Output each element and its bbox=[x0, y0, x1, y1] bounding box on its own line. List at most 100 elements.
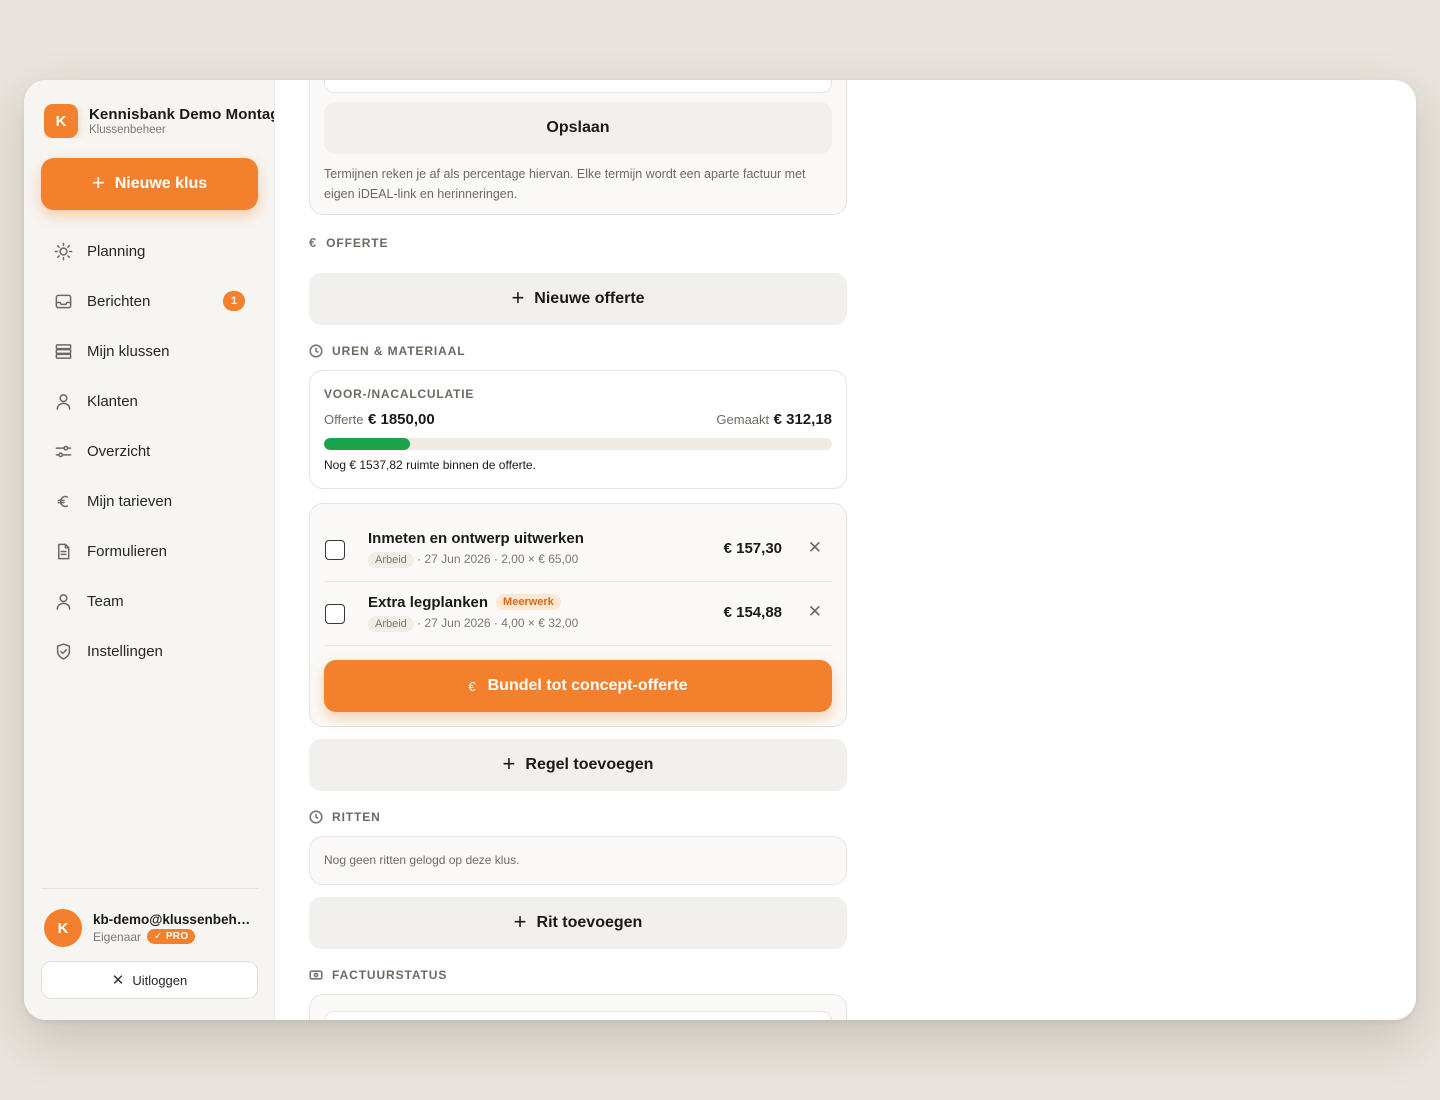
invoice-section-title: FACTUURSTATUS bbox=[309, 968, 447, 982]
trips-empty-text: Nog geen ritten gelogd op deze klus. bbox=[324, 853, 520, 867]
lines-card: Inmeten en ontwerp uitwerken Arbeid · 27… bbox=[309, 503, 847, 727]
quote-amount-label: Offerte bbox=[324, 412, 364, 427]
sidebar-item-label: Formulieren bbox=[87, 542, 168, 560]
unread-badge: 1 bbox=[223, 291, 245, 311]
line-meta-row: Arbeid · 27 Jun 2026 · 2,00 × € 65,00 bbox=[368, 552, 578, 568]
new-job-label: Nieuwe klus bbox=[114, 175, 208, 192]
app-window: K Kennisbank Demo Montage Klussenbeheer … bbox=[24, 80, 1416, 1020]
line-checkbox[interactable] bbox=[325, 540, 345, 560]
brand[interactable]: K Kennisbank Demo Montage Klussenbeheer bbox=[44, 104, 274, 138]
sidebar-item-mijn-klussen[interactable]: Mijn klussen bbox=[41, 326, 258, 376]
sliders-icon bbox=[53, 441, 73, 461]
budget-progress-fill bbox=[324, 438, 410, 450]
sidebar-item-label: Planning bbox=[87, 242, 146, 260]
sidebar-item-formulieren[interactable]: Formulieren bbox=[41, 526, 258, 576]
remove-line-icon[interactable]: ✕ bbox=[808, 602, 822, 622]
terms-card: Opslaan Termijnen reken je af als percen… bbox=[309, 80, 847, 215]
inbox-icon bbox=[53, 291, 73, 311]
brand-subtitle: Klussenbeheer bbox=[89, 124, 166, 136]
close-icon: ✕ bbox=[111, 972, 125, 989]
new-quote-label: Nieuwe offerte bbox=[534, 290, 645, 307]
clock-icon bbox=[309, 810, 323, 824]
add-line-label: Regel toevoegen bbox=[525, 756, 654, 773]
euro-icon bbox=[53, 491, 73, 511]
clock-icon bbox=[309, 344, 323, 358]
quote-amount: Offerte € 1850,00 bbox=[324, 411, 435, 429]
sidebar-item-team[interactable]: Team bbox=[41, 576, 258, 626]
line-amount: € 157,30 bbox=[723, 540, 782, 557]
bundle-label: Bundel tot concept-offerte bbox=[487, 677, 688, 694]
logout-button[interactable]: ✕ Uitloggen bbox=[41, 961, 258, 999]
section-title-label: UREN & MATERIAAL bbox=[332, 344, 466, 358]
brand-name: Kennisbank Demo Montage bbox=[89, 106, 274, 123]
plus-icon: + bbox=[91, 170, 105, 195]
plus-icon: + bbox=[502, 751, 516, 776]
calc-title: VOOR-/NACALCULATIE bbox=[324, 387, 475, 401]
sun-icon bbox=[53, 241, 73, 261]
line-title: Inmeten en ontwerp uitwerken bbox=[368, 530, 584, 547]
trips-section-title: RITTEN bbox=[309, 810, 381, 824]
check-icon: ✓ bbox=[154, 931, 163, 942]
add-trip-label: Rit toevoegen bbox=[536, 914, 643, 931]
sidebar-item-label: Klanten bbox=[87, 392, 138, 410]
list-item[interactable]: Extra legplanken Meerwerk Arbeid · 27 Jun… bbox=[324, 582, 832, 646]
sidebar-item-mijn-tarieven[interactable]: Mijn tarieven bbox=[41, 476, 258, 526]
line-type-tag: Arbeid bbox=[368, 616, 414, 632]
line-title-row: Extra legplanken Meerwerk bbox=[368, 594, 561, 612]
main-content: Opslaan Termijnen reken je af als percen… bbox=[275, 80, 1416, 1020]
remaining-note: Nog € 1537,82 ruimte binnen de offerte. bbox=[324, 458, 536, 472]
save-label: Opslaan bbox=[546, 119, 610, 136]
sidebar-item-klanten[interactable]: Klanten bbox=[41, 376, 258, 426]
budget-progress-bar bbox=[324, 438, 832, 450]
sidebar: K Kennisbank Demo Montage Klussenbeheer … bbox=[24, 80, 275, 1020]
team-icon bbox=[53, 591, 73, 611]
sidebar-item-label: Overzicht bbox=[87, 442, 151, 460]
user-profile[interactable]: K kb-demo@klussenbeheer.nl Eigenaar ✓ PR… bbox=[44, 909, 259, 947]
made-amount-label: Gemaakt bbox=[716, 412, 770, 427]
section-title-label: RITTEN bbox=[332, 810, 381, 824]
shield-icon bbox=[53, 641, 73, 661]
remove-line-icon[interactable]: ✕ bbox=[808, 538, 822, 558]
stack-icon bbox=[53, 341, 73, 361]
add-trip-button[interactable]: + Rit toevoegen bbox=[309, 897, 847, 949]
sidebar-item-overzicht[interactable]: Overzicht bbox=[41, 426, 258, 476]
new-quote-button[interactable]: + Nieuwe offerte bbox=[309, 273, 847, 325]
invoice-inner bbox=[324, 1011, 832, 1020]
user-email: kb-demo@klussenbeheer.nl bbox=[93, 912, 251, 927]
line-meta-row: Arbeid · 27 Jun 2026 · 4,00 × € 32,00 bbox=[368, 616, 578, 632]
list-item[interactable]: Inmeten en ontwerp uitwerken Arbeid · 27… bbox=[324, 518, 832, 582]
pro-badge: ✓ PRO bbox=[147, 929, 196, 944]
new-job-button[interactable]: + Nieuwe klus bbox=[41, 158, 258, 210]
euro-icon: € bbox=[468, 678, 476, 694]
terms-note: Termijnen reken je af als percentage hie… bbox=[324, 167, 806, 201]
invoice-card bbox=[309, 994, 847, 1020]
terms-input[interactable] bbox=[324, 80, 832, 93]
sidebar-item-berichten[interactable]: Berichten 1 bbox=[41, 276, 258, 326]
section-title-label: FACTUURSTATUS bbox=[332, 968, 448, 982]
sidebar-nav: Planning Berichten 1 Mijn klussen Klante… bbox=[41, 226, 258, 676]
plus-icon: + bbox=[513, 909, 527, 934]
sidebar-item-label: Instellingen bbox=[87, 642, 163, 660]
sidebar-item-instellingen[interactable]: Instellingen bbox=[41, 626, 258, 676]
made-amount-value: € 312,18 bbox=[773, 411, 832, 428]
quote-amount-value: € 1850,00 bbox=[367, 411, 435, 428]
document-icon bbox=[53, 541, 73, 561]
user-icon bbox=[53, 391, 73, 411]
bundle-quote-button[interactable]: € Bundel tot concept-offerte bbox=[324, 660, 832, 712]
extra-work-tag: Meerwerk bbox=[496, 594, 561, 610]
euro-icon: € bbox=[309, 235, 318, 250]
line-type-tag: Arbeid bbox=[368, 552, 414, 568]
add-line-button[interactable]: + Regel toevoegen bbox=[309, 739, 847, 791]
save-button[interactable]: Opslaan bbox=[324, 102, 832, 154]
calculation-card: VOOR-/NACALCULATIE Offerte € 1850,00 Gem… bbox=[309, 370, 847, 489]
sidebar-item-label: Team bbox=[87, 592, 124, 610]
sidebar-item-planning[interactable]: Planning bbox=[41, 226, 258, 276]
plan-label: PRO bbox=[165, 931, 189, 942]
plus-icon: + bbox=[511, 285, 525, 310]
line-meta: · 27 Jun 2026 · 2,00 × € 65,00 bbox=[417, 552, 579, 566]
sidebar-item-label: Mijn tarieven bbox=[87, 492, 173, 510]
sidebar-divider bbox=[41, 888, 258, 889]
line-meta: · 27 Jun 2026 · 4,00 × € 32,00 bbox=[417, 616, 579, 630]
sidebar-item-label: Berichten bbox=[87, 292, 151, 310]
line-checkbox[interactable] bbox=[325, 604, 345, 624]
